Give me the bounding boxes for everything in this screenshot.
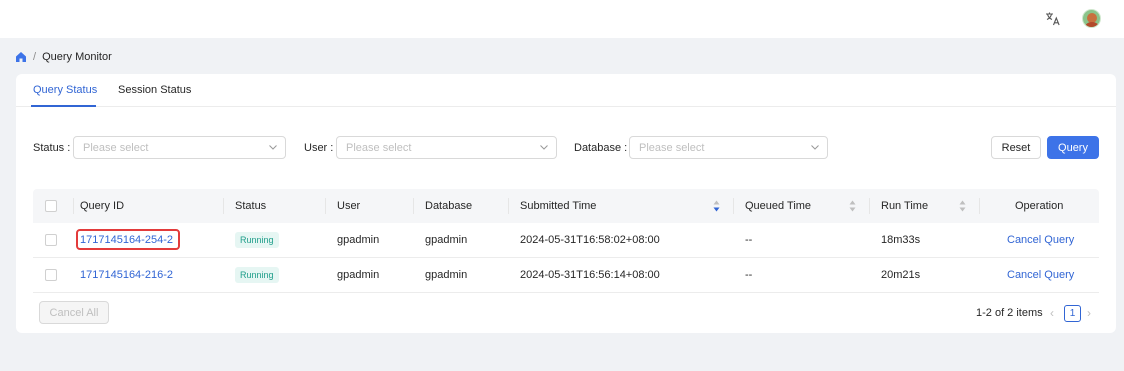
main-card: Query Status Session Status Status : Ple…	[16, 74, 1116, 333]
tab-session-status[interactable]: Session Status	[118, 84, 191, 96]
chevron-down-icon	[811, 145, 819, 150]
column-header-status: Status	[235, 200, 267, 212]
translate-icon[interactable]	[1044, 10, 1062, 28]
user-filter-label: User :	[304, 142, 334, 154]
database-cell: gpadmin	[425, 269, 468, 281]
chevron-right-icon[interactable]: ›	[1087, 306, 1091, 320]
status-select[interactable]: Please select	[73, 136, 286, 159]
user-select-placeholder: Please select	[346, 142, 412, 154]
chevron-left-icon[interactable]: ‹	[1050, 306, 1054, 320]
active-tab-indicator	[31, 105, 96, 107]
query-button[interactable]: Query	[1047, 136, 1099, 159]
user-avatar[interactable]	[1082, 9, 1101, 28]
database-filter-label: Database :	[574, 142, 628, 154]
status-badge: Running	[235, 232, 279, 248]
user-cell: gpadmin	[337, 269, 380, 281]
chevron-down-icon	[540, 145, 548, 150]
row-checkbox[interactable]	[45, 269, 57, 281]
table-row: 1717145164-254-2 Running gpadmin gpadmin…	[33, 223, 1099, 258]
sort-icon[interactable]	[849, 200, 856, 212]
table-row: 1717145164-216-2 Running gpadmin gpadmin…	[33, 258, 1099, 293]
cancel-query-link[interactable]: Cancel Query	[1007, 269, 1074, 281]
queued-time-cell: --	[745, 234, 753, 246]
submitted-time-cell: 2024-05-31T16:56:14+08:00	[520, 269, 660, 281]
submitted-time-cell: 2024-05-31T16:58:02+08:00	[520, 234, 660, 246]
database-cell: gpadmin	[425, 234, 468, 246]
column-separator	[73, 198, 74, 214]
sort-icon[interactable]	[959, 200, 966, 212]
top-bar	[0, 0, 1124, 38]
reset-button[interactable]: Reset	[991, 136, 1041, 159]
queued-time-cell: --	[745, 269, 753, 281]
highlight-box	[76, 229, 180, 250]
chevron-down-icon	[269, 145, 277, 150]
query-id-link[interactable]: 1717145164-216-2	[80, 269, 173, 281]
column-header-operation: Operation	[1015, 200, 1064, 212]
pagination-total: 1-2 of 2 items	[976, 307, 1043, 319]
column-header-database: Database	[425, 200, 473, 212]
column-separator	[223, 198, 224, 214]
column-header-user: User	[337, 200, 361, 212]
column-header-queued-time[interactable]: Queued Time	[745, 200, 811, 212]
column-header-query-id: Query ID	[80, 200, 125, 212]
status-filter-label: Status :	[33, 142, 71, 154]
run-time-cell: 18m33s	[881, 234, 921, 246]
breadcrumb-separator: /	[33, 51, 37, 63]
database-select[interactable]: Please select	[629, 136, 828, 159]
column-header-submitted-time[interactable]: Submitted Time	[520, 200, 596, 212]
database-select-placeholder: Please select	[639, 142, 705, 154]
breadcrumb: / Query Monitor	[15, 50, 112, 64]
column-separator	[869, 198, 870, 214]
column-separator	[325, 198, 326, 214]
column-header-run-time[interactable]: Run Time	[881, 200, 928, 212]
table-header: Query ID Status User Database Submitted …	[33, 189, 1099, 223]
user-select[interactable]: Please select	[336, 136, 557, 159]
user-cell: gpadmin	[337, 234, 380, 246]
status-select-placeholder: Please select	[83, 142, 149, 154]
pagination-page[interactable]: 1	[1064, 305, 1081, 322]
row-checkbox[interactable]	[45, 234, 57, 246]
status-badge: Running	[235, 267, 279, 283]
run-time-cell: 20m21s	[881, 269, 921, 281]
column-separator	[508, 198, 509, 214]
column-separator	[733, 198, 734, 214]
column-separator	[413, 198, 414, 214]
sort-icon[interactable]	[713, 200, 720, 212]
select-all-checkbox[interactable]	[45, 200, 57, 212]
tab-query-status[interactable]: Query Status	[33, 84, 97, 96]
cancel-query-link[interactable]: Cancel Query	[1007, 234, 1074, 246]
cancel-all-button[interactable]: Cancel All	[39, 301, 109, 324]
breadcrumb-current: Query Monitor	[42, 51, 112, 63]
tab-bar: Query Status Session Status	[16, 74, 1116, 107]
home-icon[interactable]	[15, 51, 27, 63]
column-separator	[979, 198, 980, 214]
